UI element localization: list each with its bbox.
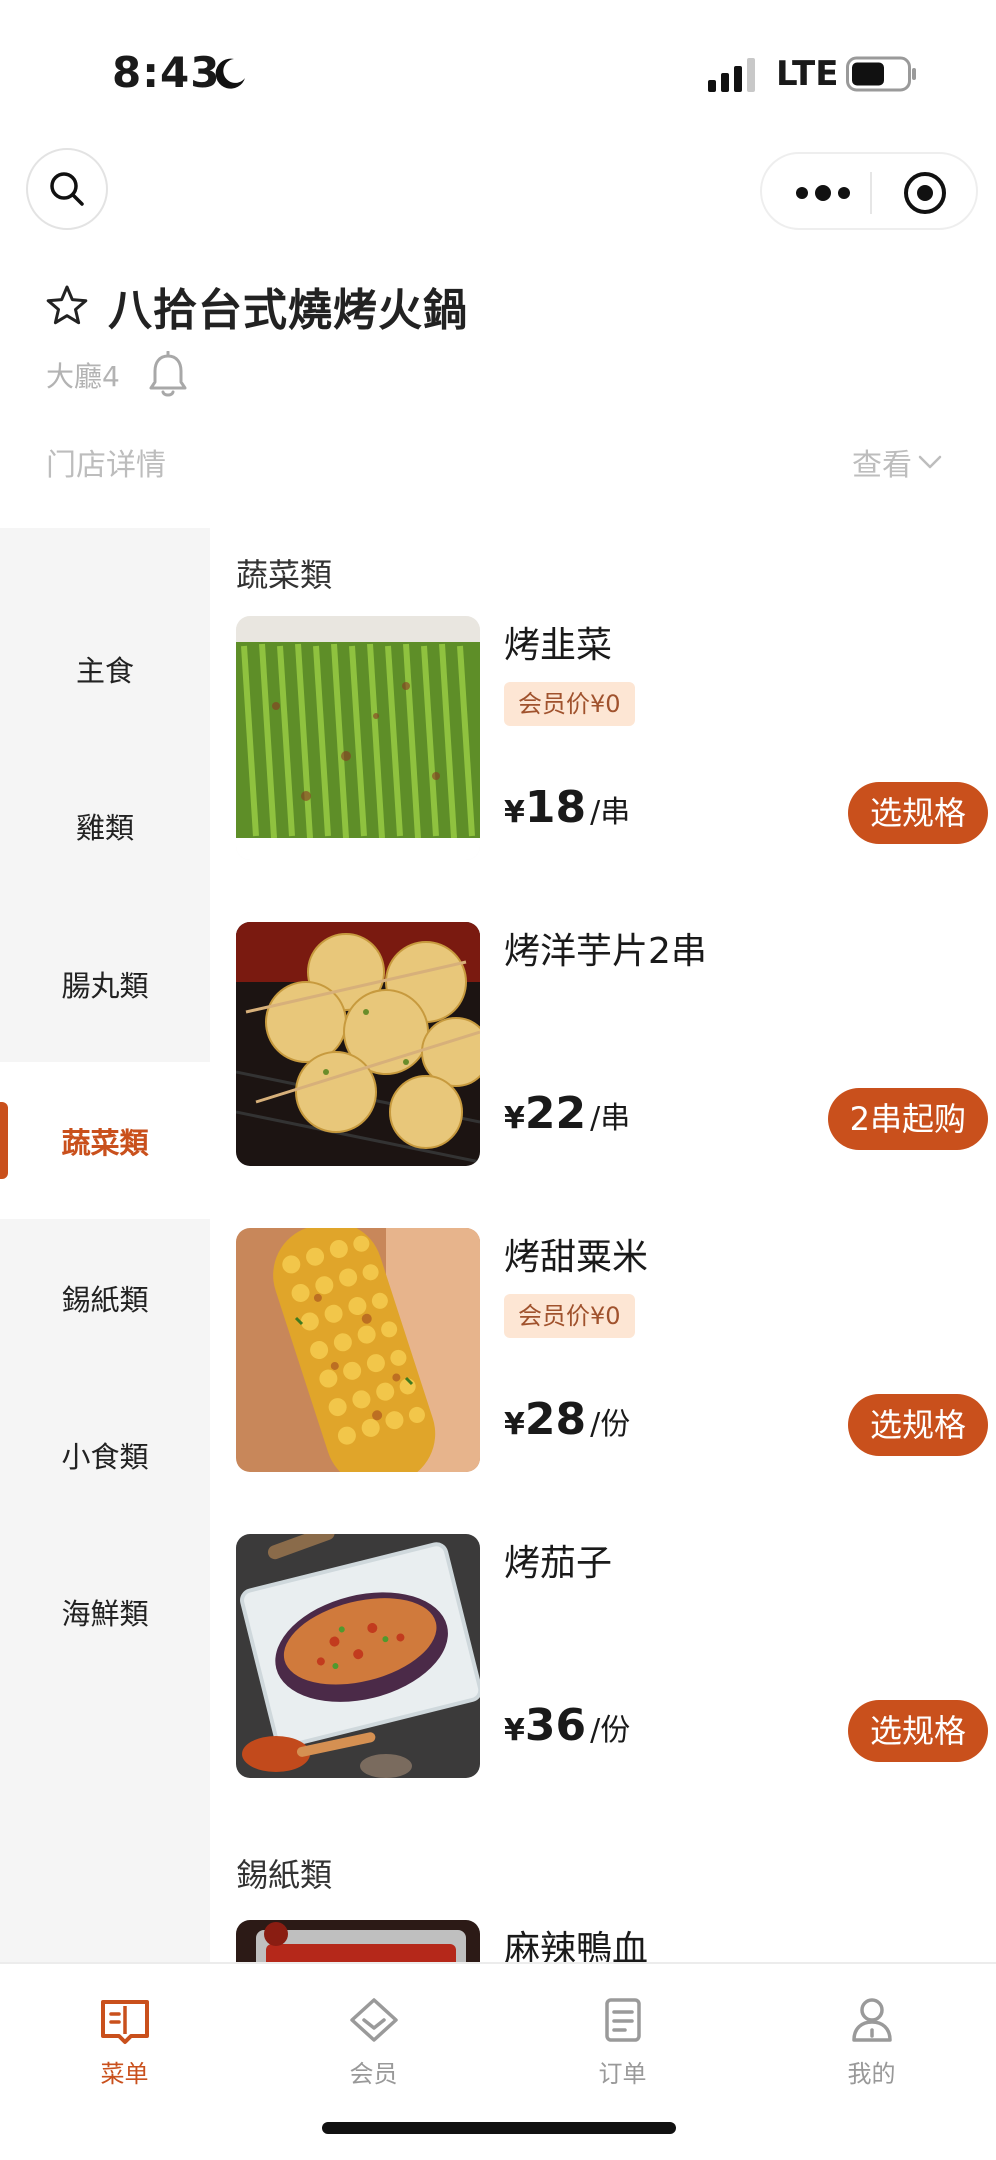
tab-label: 我的 bbox=[847, 2060, 896, 2088]
category-label: 腸丸類 bbox=[61, 968, 149, 1003]
category-item[interactable]: 小食類 bbox=[0, 1376, 210, 1533]
category-item[interactable]: 海鮮類 bbox=[0, 1533, 210, 1690]
status-time: 8:43 bbox=[112, 48, 221, 97]
star-icon[interactable] bbox=[44, 283, 90, 329]
store-title-row: 八拾台式燒烤火鍋 bbox=[44, 278, 468, 336]
price-unit: /份 bbox=[590, 1407, 631, 1442]
view-label: 查看 bbox=[852, 448, 912, 483]
close-miniprogram-icon[interactable] bbox=[902, 170, 948, 216]
category-label: 小食類 bbox=[61, 1439, 149, 1474]
min-purchase-button[interactable]: 2串起购 bbox=[827, 1088, 988, 1150]
product-name: 烤韭菜 bbox=[504, 625, 613, 666]
product-name: 烤洋芋片2串 bbox=[504, 931, 707, 972]
diamond-icon bbox=[349, 1998, 398, 2042]
price-currency: ¥ bbox=[504, 1713, 525, 1748]
table-label: 大廳4 bbox=[46, 360, 120, 393]
category-label: 海鮮類 bbox=[61, 1596, 149, 1631]
category-label: 錫紙類 bbox=[61, 1282, 149, 1317]
product-price: ¥ 28 /份 bbox=[504, 1394, 630, 1445]
member-price-tag: 会员价¥0 bbox=[504, 1294, 635, 1338]
product-item[interactable]: 烤茄子 ¥ 36 /份 选规格 bbox=[236, 1534, 996, 1778]
product-image-corn bbox=[236, 1228, 480, 1472]
product-item[interactable]: 烤韭菜 会员价¥0 ¥ 18 /串 选规格 bbox=[236, 616, 996, 860]
store-name: 八拾台式燒烤火鍋 bbox=[108, 285, 468, 336]
miniprogram-capsule bbox=[760, 152, 978, 230]
more-options-icon[interactable] bbox=[792, 176, 854, 210]
price-unit: /串 bbox=[590, 795, 631, 830]
category-item[interactable]: 羊類 bbox=[0, 528, 210, 589]
status-bar: 8:43 LTE bbox=[0, 0, 996, 140]
product-item[interactable]: 麻辣鴨血 bbox=[236, 1920, 996, 1962]
product-price: ¥ 36 /份 bbox=[504, 1700, 630, 1751]
category-label: 羊類 bbox=[76, 528, 134, 532]
battery-icon bbox=[846, 56, 916, 92]
tab-member[interactable]: 会员 bbox=[249, 1994, 498, 2104]
product-image-chives bbox=[236, 616, 480, 860]
price-currency: ¥ bbox=[504, 795, 525, 830]
capsule-divider bbox=[870, 172, 872, 214]
price-value: 36 bbox=[524, 1700, 587, 1751]
price-value: 18 bbox=[524, 782, 587, 833]
product-price: ¥ 18 /串 bbox=[504, 782, 630, 833]
menu-book-icon bbox=[100, 2000, 149, 2044]
select-spec-button[interactable]: 选规格 bbox=[847, 1394, 988, 1456]
price-unit: /串 bbox=[590, 1101, 631, 1136]
tab-profile[interactable]: 我的 bbox=[747, 1994, 996, 2104]
category-label: 主食 bbox=[75, 653, 134, 688]
category-item[interactable]: 雞類 bbox=[0, 747, 210, 904]
category-item[interactable]: 腸丸類 bbox=[0, 905, 210, 1062]
product-image-eggplant bbox=[236, 1534, 480, 1778]
price-value: 28 bbox=[524, 1394, 587, 1445]
signal-icon bbox=[708, 58, 755, 92]
product-item[interactable]: 烤洋芋片2串 ¥ 22 /串 2串起购 bbox=[236, 922, 996, 1166]
search-button[interactable] bbox=[26, 148, 108, 230]
product-name: 麻辣鴨血 bbox=[504, 1929, 649, 1962]
tab-label: 会员 bbox=[349, 2060, 398, 2088]
member-price-tag: 会员价¥0 bbox=[504, 682, 635, 726]
product-image-potato-slices bbox=[236, 922, 480, 1166]
price-unit: /份 bbox=[590, 1713, 631, 1748]
section-title: 錫紙類 bbox=[236, 1856, 333, 1894]
profile-icon bbox=[851, 1998, 892, 2042]
home-indicator[interactable] bbox=[322, 2122, 676, 2134]
tab-menu[interactable]: 菜单 bbox=[0, 1994, 249, 2104]
active-category-indicator bbox=[0, 1102, 8, 1179]
network-type: LTE bbox=[776, 54, 839, 94]
tab-label: 菜单 bbox=[100, 2060, 149, 2088]
category-item[interactable]: 錫紙類 bbox=[0, 1219, 210, 1376]
tab-label: 订单 bbox=[598, 2060, 647, 2088]
price-currency: ¥ bbox=[504, 1101, 525, 1136]
store-detail-label: 门店详情 bbox=[46, 448, 166, 483]
order-doc-icon bbox=[604, 1998, 641, 2042]
product-image-duck-blood bbox=[236, 1920, 480, 1962]
product-list: 蔬菜類 烤韭菜 会员价¥0 ¥ 18 /串 选规格 烤洋芋片2串 ¥ 22 /串… bbox=[210, 528, 996, 1962]
category-label: 雞類 bbox=[75, 810, 134, 845]
section-title: 蔬菜類 bbox=[236, 556, 333, 594]
search-icon bbox=[50, 172, 84, 206]
product-name: 烤甜粟米 bbox=[504, 1237, 649, 1278]
price-currency: ¥ bbox=[504, 1407, 525, 1442]
product-item[interactable]: 烤甜粟米 会员价¥0 ¥ 28 /份 选规格 bbox=[236, 1228, 996, 1472]
bell-icon[interactable] bbox=[146, 351, 190, 399]
category-label: 蔬菜類 bbox=[61, 1125, 149, 1160]
view-store-detail-link[interactable]: 查看 bbox=[852, 440, 944, 484]
category-sidebar: 羊類 主食 雞類 腸丸類 蔬菜類 錫紙類 小食類 海鮮類 bbox=[0, 528, 210, 1962]
tab-orders[interactable]: 订单 bbox=[498, 1994, 747, 2104]
moon-icon bbox=[215, 58, 245, 89]
category-item-active[interactable]: 蔬菜類 bbox=[0, 1062, 210, 1219]
select-spec-button[interactable]: 选规格 bbox=[847, 1700, 988, 1762]
table-info: 大廳4 bbox=[46, 348, 190, 402]
product-name: 烤茄子 bbox=[504, 1543, 613, 1584]
chevron-down-icon bbox=[918, 455, 942, 469]
price-value: 22 bbox=[524, 1088, 587, 1139]
select-spec-button[interactable]: 选规格 bbox=[847, 782, 988, 844]
product-price: ¥ 22 /串 bbox=[504, 1088, 630, 1139]
category-item[interactable]: 主食 bbox=[0, 590, 210, 747]
